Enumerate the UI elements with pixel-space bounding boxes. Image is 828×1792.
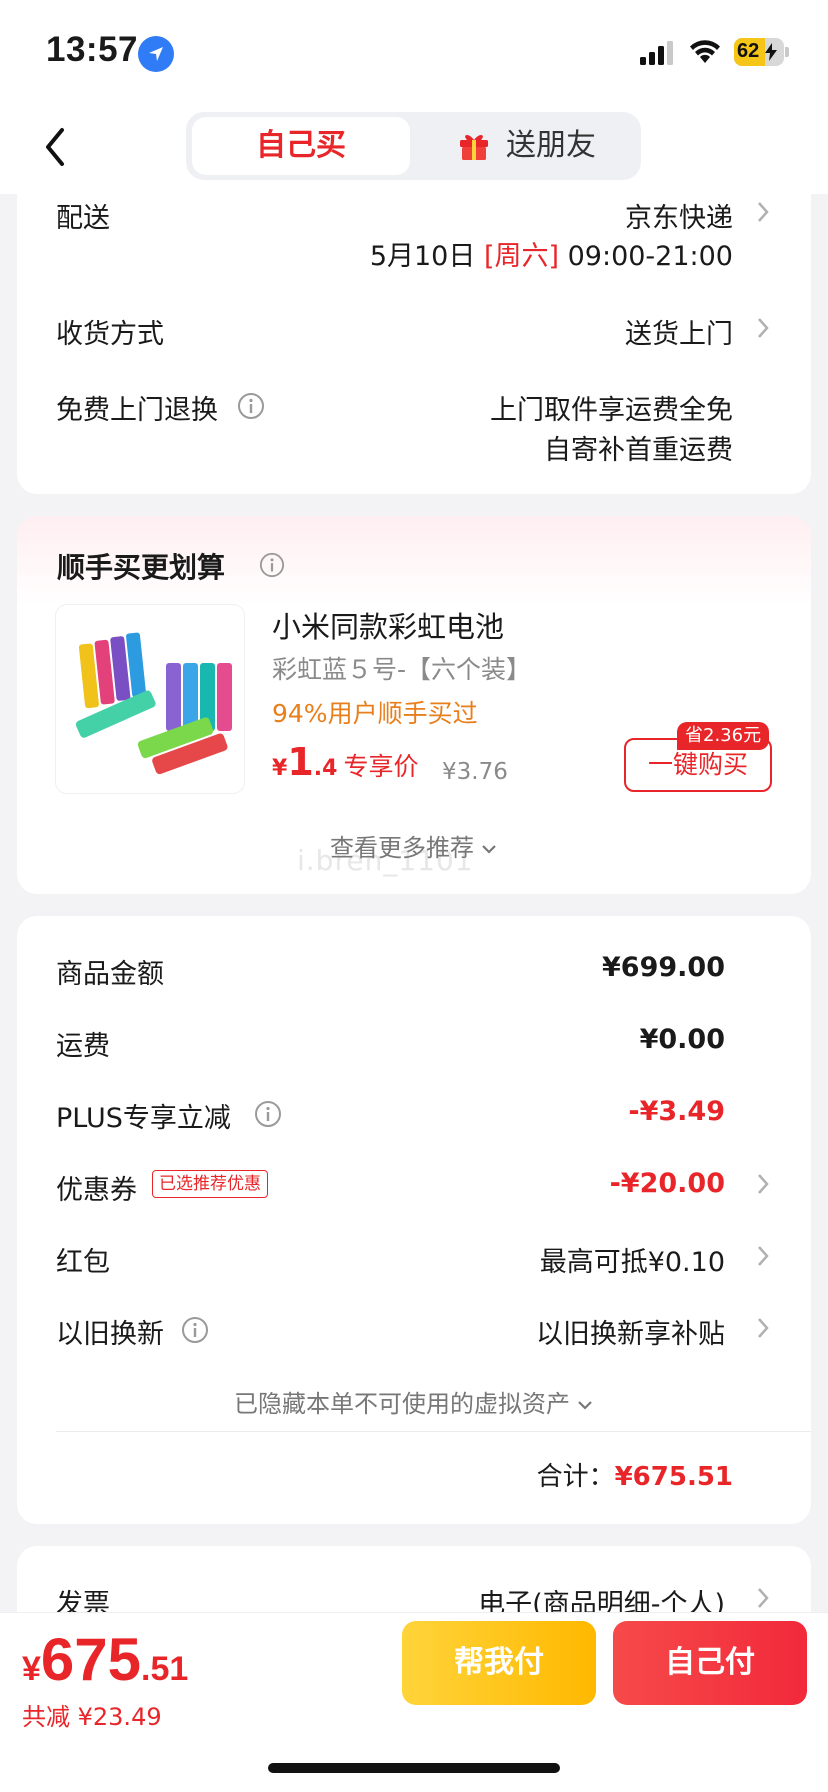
delivery-time[interactable]: 5月10日 [周六] 09:00-21:00 (370, 234, 733, 273)
product-price: ¥1.4 专享价 (272, 740, 418, 784)
checkout-total-decimal: .51 (141, 1650, 189, 1688)
goods-amount-value: ¥699.00 (602, 952, 725, 983)
pay-myself-button[interactable]: 自己付 (613, 1621, 807, 1705)
recommend-title: 顺手买更划算 (57, 551, 226, 584)
chevron-right-icon (758, 1588, 769, 1608)
product-image-battery[interactable] (55, 604, 245, 794)
delivery-carrier[interactable]: 京东快递 (625, 196, 733, 235)
purchase-mode-switch: 自己买 送朋友 (186, 112, 641, 180)
trade-in-label: 以旧换新 (56, 1319, 164, 1350)
tab-send-to-friend[interactable]: 送朋友 (418, 117, 636, 175)
chevron-right-icon (758, 1246, 769, 1266)
checkout-total: ¥675.51 (22, 1625, 188, 1694)
hidden-assets-toggle[interactable]: 已隐藏本单不可使用的虚拟资产 (17, 1384, 811, 1419)
receive-method-value[interactable]: 送货上门 (625, 312, 733, 351)
delivery-time-range: 09:00-21:00 (567, 241, 733, 272)
nav-bar: 自己买 送朋友 (0, 100, 828, 194)
product-bought-rate: 94%用户顺手买过 (272, 699, 478, 728)
delivery-weekday: [周六] (483, 241, 560, 272)
chevron-right-icon (758, 318, 769, 338)
gift-icon (460, 135, 488, 160)
checkout-bar: ¥675.51 共减 ¥23.49 帮我付 自己付 (0, 1612, 828, 1792)
hidden-assets-label: 已隐藏本单不可使用的虚拟资产 (234, 1390, 570, 1418)
checkout-total-integer: 675 (40, 1626, 142, 1693)
free-return-line2: 自寄补首重运费 (544, 435, 733, 466)
battery-charging-icon: 62 (734, 38, 789, 66)
delivery-label: 配送 (56, 203, 110, 234)
plus-discount-label: PLUS专享立减 (56, 1103, 231, 1134)
help-me-pay-button[interactable]: 帮我付 (402, 1621, 596, 1705)
price-symbol: ¥ (272, 756, 288, 781)
coupon-label: 优惠券 (56, 1175, 137, 1206)
red-packet-label: 红包 (56, 1247, 110, 1278)
info-icon[interactable] (259, 552, 285, 578)
trade-in-value[interactable]: 以旧换新享补贴 (536, 1312, 725, 1351)
chevron-right-icon (758, 202, 769, 222)
total-label: 合计： (536, 1462, 615, 1492)
chevron-down-icon (482, 845, 496, 854)
price-integer: 1 (287, 740, 314, 784)
chevron-right-icon (758, 1174, 769, 1194)
total-amount: ¥675.51 (614, 1462, 733, 1492)
status-time: 13:57 (46, 30, 139, 69)
divider (56, 1431, 811, 1432)
shipping-value: ¥0.00 (639, 1024, 725, 1055)
chevron-down-icon (578, 1401, 592, 1410)
chevron-right-icon (758, 1318, 769, 1338)
price-summary-card: 商品金额 ¥699.00 运费 ¥0.00 PLUS专享立减 -¥3.49 优惠… (17, 916, 811, 1524)
more-recommend-link[interactable]: 查看更多推荐 (17, 828, 811, 863)
free-return-label: 免费上门退换 (56, 395, 218, 426)
total-saved: 共减 ¥23.49 (22, 1703, 162, 1731)
free-return-line1: 上门取件享运费全免 (490, 395, 733, 426)
tab-send-to-friend-label: 送朋友 (506, 128, 596, 163)
product-spec: 彩虹蓝５号-【六个装】 (272, 655, 532, 684)
price-decimal: .4 (313, 756, 338, 781)
home-indicator[interactable] (268, 1763, 560, 1773)
cellular-signal-icon (640, 41, 673, 65)
delivery-date: 5月10日 (369, 241, 476, 272)
coupon-badge: 已选推荐优惠 (152, 1170, 268, 1198)
recommend-card: 顺手买更划算 小米同款彩虹电池 彩虹蓝５号-【六个装】 94%用户顺手买过 ¥1… (17, 516, 811, 894)
goods-amount-label: 商品金额 (56, 959, 164, 990)
price-tag: 专享价 (343, 752, 419, 781)
receive-method-label: 收货方式 (56, 319, 164, 350)
delivery-card: 配送 京东快递 5月10日 [周六] 09:00-21:00 收货方式 送货上门… (17, 150, 811, 494)
info-icon[interactable] (237, 392, 265, 420)
red-packet-value[interactable]: 最高可抵¥0.10 (540, 1240, 725, 1279)
tab-buy-for-self[interactable]: 自己买 (192, 117, 410, 175)
status-bar: 13:57 62 (0, 0, 828, 100)
save-amount-badge: 省2.36元 (677, 722, 770, 750)
wifi-icon (690, 40, 720, 63)
location-arrow-icon (138, 36, 174, 72)
back-button[interactable] (36, 122, 76, 172)
chevron-left-icon (46, 128, 64, 166)
info-icon[interactable] (181, 1316, 209, 1344)
product-name[interactable]: 小米同款彩虹电池 (272, 604, 504, 646)
original-price: ¥3.76 (442, 759, 508, 785)
more-recommend-label: 查看更多推荐 (330, 834, 474, 862)
plus-discount-value: -¥3.49 (628, 1096, 725, 1127)
battery-level: 62 (737, 40, 760, 62)
coupon-value[interactable]: -¥20.00 (610, 1168, 725, 1199)
checkout-total-symbol: ¥ (22, 1650, 41, 1688)
shipping-label: 运费 (56, 1031, 110, 1062)
info-icon[interactable] (254, 1100, 282, 1128)
order-total: 合计：¥675.51 (537, 1456, 733, 1493)
